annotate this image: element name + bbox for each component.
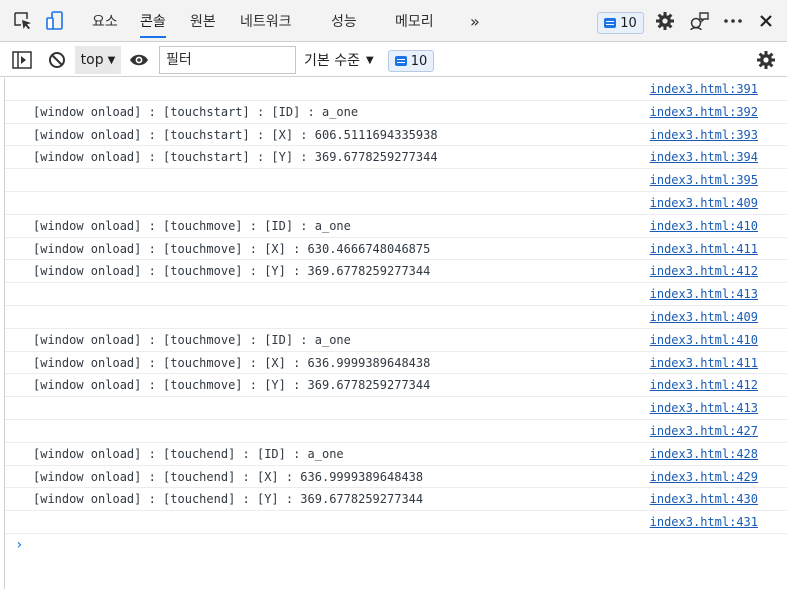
messages-badge[interactable]: 10 — [388, 50, 434, 72]
console-message-row: index3.html:409 — [5, 306, 787, 329]
console-message-text: [window onload] : [touchend] : [X] : 636… — [33, 469, 424, 484]
source-link[interactable]: index3.html:411 — [650, 356, 758, 370]
console-toolbar: top ▼ 기본 수준 ▼ 10 — [0, 43, 787, 77]
console-message-row: [window onload] : [touchmove] : [X] : 63… — [5, 238, 787, 261]
source-link[interactable]: index3.html:411 — [650, 242, 758, 256]
source-link[interactable]: index3.html:394 — [650, 150, 758, 164]
message-icon — [604, 18, 617, 28]
source-link[interactable]: index3.html:410 — [650, 219, 758, 233]
console-message-row: [window onload] : [touchend] : [X] : 636… — [5, 466, 787, 489]
console-prompt-icon[interactable]: › — [15, 537, 23, 553]
feedback-icon[interactable] — [688, 10, 710, 32]
console-message-text: [window onload] : [touchmove] : [Y] : 36… — [33, 378, 431, 393]
sidebar-toggle-icon[interactable] — [11, 49, 33, 71]
console-message-text: [window onload] : [touchmove] : [ID] : a… — [33, 218, 351, 233]
close-icon[interactable] — [755, 10, 777, 32]
console-message-text: [window onload] : [touchend] : [Y] : 369… — [33, 492, 424, 507]
issues-count: 10 — [620, 15, 637, 31]
source-link[interactable]: index3.html:392 — [650, 105, 758, 119]
console-message-text: [window onload] : [touchstart] : [Y] : 3… — [33, 150, 438, 165]
source-link[interactable]: index3.html:395 — [650, 173, 758, 187]
tab-performance[interactable]: 성능 — [331, 0, 357, 42]
dropdown-arrow-icon: ▼ — [365, 54, 374, 66]
console-message-row: [window onload] : [touchend] : [Y] : 369… — [5, 488, 787, 512]
source-link[interactable]: index3.html:413 — [650, 401, 758, 415]
console-message-row: [window onload] : [touchmove] : [X] : 63… — [5, 352, 787, 375]
messages-count: 10 — [410, 53, 428, 69]
console-message-row: [window onload] : [touchend] : [ID] : a_… — [5, 443, 787, 466]
message-icon — [394, 56, 407, 66]
source-link[interactable]: index3.html:409 — [650, 196, 758, 210]
console-message-text: [window onload] : [touchmove] : [Y] : 36… — [33, 264, 431, 279]
console-message-row: index3.html:391 — [5, 78, 787, 101]
source-link[interactable]: index3.html:393 — [650, 128, 758, 142]
console-message-row: index3.html:413 — [5, 283, 787, 306]
source-link[interactable]: index3.html:413 — [650, 287, 758, 301]
context-selector[interactable]: top ▼ — [75, 46, 121, 74]
source-link[interactable]: index3.html:391 — [650, 82, 758, 96]
console-message-text: [window onload] : [touchstart] : [X] : 6… — [33, 127, 438, 142]
source-link[interactable]: index3.html:410 — [650, 333, 758, 347]
tab-elements[interactable]: 요소 — [92, 0, 118, 42]
more-options-icon[interactable] — [722, 10, 744, 32]
console-message-row: [window onload] : [touchmove] : [Y] : 36… — [5, 260, 787, 284]
context-label: top — [80, 52, 104, 68]
console-message-text: [window onload] : [touchend] : [ID] : a_… — [33, 446, 344, 461]
console-message-text: [window onload] : [touchstart] : [ID] : … — [33, 104, 359, 119]
console-message-row: [window onload] : [touchmove] : [ID] : a… — [5, 215, 787, 238]
more-tabs-button[interactable]: » — [470, 0, 480, 42]
source-link[interactable]: index3.html:412 — [650, 378, 758, 392]
console-message-row: index3.html:431 — [5, 511, 787, 534]
console-output: index3.html:391 [window onload] : [touch… — [4, 78, 787, 589]
source-link[interactable]: index3.html:428 — [650, 447, 758, 461]
tab-sources[interactable]: 원본 — [190, 0, 216, 42]
log-levels-dropdown[interactable]: 기본 수준 ▼ — [304, 46, 374, 74]
console-message-row: [window onload] : [touchmove] : [Y] : 36… — [5, 374, 787, 398]
console-message-row: [window onload] : [touchstart] : [X] : 6… — [5, 124, 787, 147]
console-message-row: index3.html:427 — [5, 420, 787, 443]
source-link[interactable]: index3.html:409 — [650, 310, 758, 324]
console-message-text: [window onload] : [touchmove] : [X] : 63… — [33, 241, 431, 256]
tab-memory[interactable]: 메모리 — [395, 0, 434, 42]
source-link[interactable]: index3.html:412 — [650, 264, 758, 278]
console-message-row: [window onload] : [touchstart] : [ID] : … — [5, 101, 787, 124]
console-message-text: [window onload] : [touchmove] : [X] : 63… — [33, 355, 431, 370]
log-levels-label: 기본 수준 — [304, 53, 360, 69]
filter-input[interactable] — [159, 46, 296, 74]
settings-gear-icon[interactable] — [654, 10, 676, 32]
console-message-text: [window onload] : [touchmove] : [ID] : a… — [33, 332, 351, 347]
source-link[interactable]: index3.html:431 — [650, 515, 758, 529]
console-message-row: index3.html:409 — [5, 192, 787, 215]
devtools-tab-bar: 요소 콘솔 원본 네트워크 성능 메모리 » 10 — [0, 0, 787, 42]
console-message-row: [window onload] : [touchstart] : [Y] : 3… — [5, 146, 787, 170]
live-expression-eye-icon[interactable] — [128, 49, 150, 71]
dropdown-arrow-icon: ▼ — [107, 54, 116, 66]
tab-console[interactable]: 콘솔 — [140, 0, 166, 42]
console-message-row: index3.html:395 — [5, 169, 787, 192]
clear-console-icon[interactable] — [46, 49, 68, 71]
console-settings-gear-icon[interactable] — [755, 49, 777, 71]
inspect-element-icon[interactable] — [12, 10, 34, 32]
source-link[interactable]: index3.html:430 — [650, 492, 758, 506]
source-link[interactable]: index3.html:429 — [650, 470, 758, 484]
issues-badge[interactable]: 10 — [597, 12, 644, 34]
device-toolbar-icon[interactable] — [44, 10, 66, 32]
console-message-row: index3.html:413 — [5, 397, 787, 420]
tab-network[interactable]: 네트워크 — [240, 0, 292, 42]
source-link[interactable]: index3.html:427 — [650, 424, 758, 438]
console-message-row: [window onload] : [touchmove] : [ID] : a… — [5, 329, 787, 352]
